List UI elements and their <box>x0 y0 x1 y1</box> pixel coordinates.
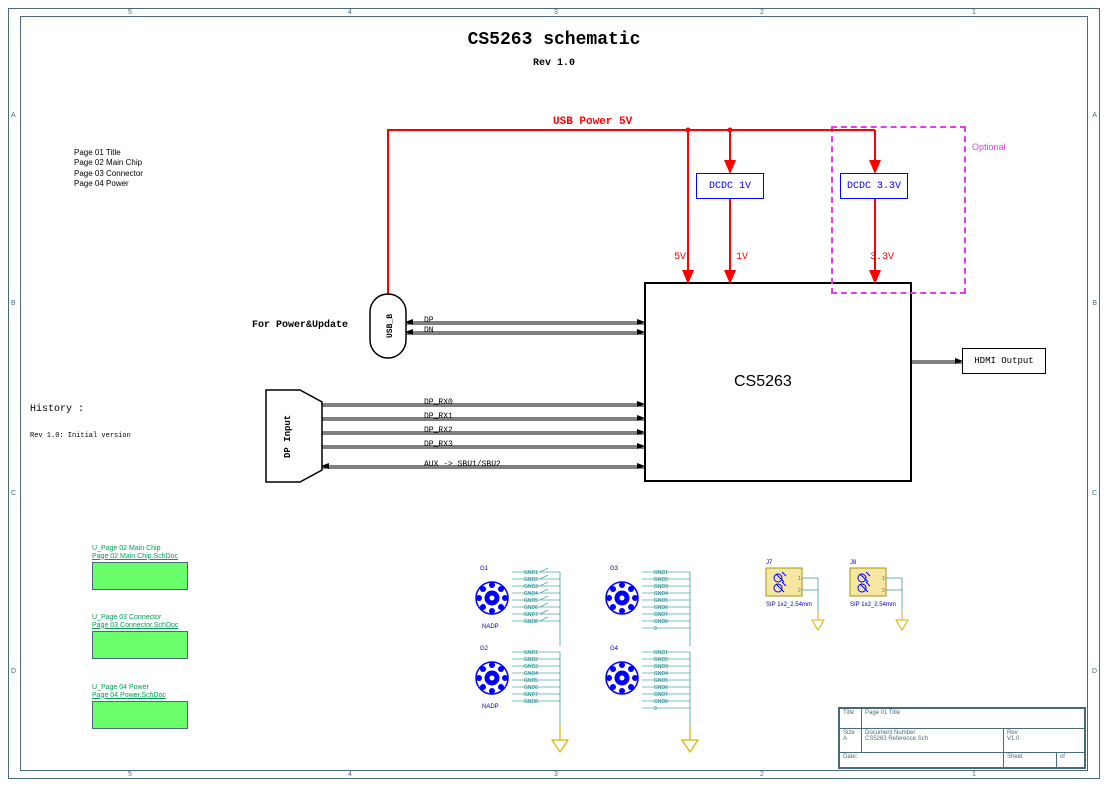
dcdc-1v-label: DCDC 1V <box>709 181 751 192</box>
signal-dp-rx3: DP_RX3 <box>424 440 453 449</box>
zone-bot-2: 2 <box>760 771 764 778</box>
usb-power-5v-label: USB Power 5V <box>553 116 632 128</box>
signal-dp: DP <box>424 316 434 325</box>
size-value: A <box>843 736 858 742</box>
zone-top-5: 5 <box>128 9 132 16</box>
zone-right-d: D <box>1092 668 1097 675</box>
hier-label-link: Page 03 Connector.SchDoc <box>92 622 178 630</box>
date-label: Date: <box>840 752 1004 767</box>
zone-bot-5: 5 <box>128 771 132 778</box>
rev-cell: Rev V1.0 <box>1003 728 1084 752</box>
title-block: Title Page 01 Title Size A Document Numb… <box>838 707 1086 769</box>
zone-right-b: B <box>1092 300 1097 307</box>
zone-left-d: D <box>11 668 16 675</box>
sheet-label: Sheet <box>1003 752 1056 767</box>
zone-left-a: A <box>11 112 16 119</box>
zone-left-c: C <box>11 490 16 497</box>
page-row: Page 03 Connector <box>74 169 143 179</box>
page-row: Page 01 Title <box>74 148 143 158</box>
hier-label-link: Page 04 Power.SchDoc <box>92 692 166 700</box>
history-heading: History : <box>30 404 84 415</box>
signal-dp-rx1: DP_RX1 <box>424 412 453 421</box>
hier-label-link: Page 02 Main Chip.SchDoc <box>92 553 178 561</box>
hdmi-output-label: HDMI Output <box>974 356 1033 366</box>
zone-right-c: C <box>1092 490 1097 497</box>
zone-bot-4: 4 <box>348 771 352 778</box>
docnum-value: CS5263 Reference Sch <box>865 736 1000 742</box>
zone-top-4: 4 <box>348 9 352 16</box>
optional-dashed-box <box>831 126 966 294</box>
hier-block-power <box>92 701 188 729</box>
optional-label: Optional <box>972 142 1006 152</box>
hier-label: U_Page 04 Power <box>92 684 166 692</box>
zone-right-a: A <box>1092 112 1097 119</box>
title-label: Title <box>840 709 862 729</box>
hier-connector-labels: U_Page 03 Connector Page 03 Connector.Sc… <box>92 614 178 629</box>
hier-power-labels: U_Page 04 Power Page 04 Power.SchDoc <box>92 684 166 699</box>
hier-mainchip-labels: U_Page 02 Main Chip Page 02 Main Chip.Sc… <box>92 545 178 560</box>
label-3v3: 3.3V <box>870 252 894 263</box>
hier-label: U_Page 03 Connector <box>92 614 178 622</box>
zone-top-2: 2 <box>760 9 764 16</box>
history-note: Rev 1.0: Initial version <box>30 432 131 440</box>
title-value: Page 01 Title <box>862 709 1085 729</box>
hier-label: U_Page 02 Main Chip <box>92 545 178 553</box>
schematic-title: CS5263 schematic <box>0 30 1108 50</box>
label-1v: 1V <box>736 252 748 263</box>
hier-block-mainchip <box>92 562 188 590</box>
pages-list: Page 01 Title Page 02 Main Chip Page 03 … <box>74 148 143 190</box>
main-chip-label: CS5263 <box>734 373 792 391</box>
zone-left-b: B <box>11 300 16 307</box>
hdmi-output-box: HDMI Output <box>962 348 1046 374</box>
docnum-cell: Document Number CS5263 Reference Sch <box>862 728 1004 752</box>
size-cell: Size A <box>840 728 862 752</box>
hier-block-connector <box>92 631 188 659</box>
signal-dn: DN <box>424 326 434 335</box>
signal-aux: AUX -> SBU1/SBU2 <box>424 460 501 469</box>
of-label: of <box>1056 752 1084 767</box>
for-power-update-label: For Power&Update <box>252 320 348 331</box>
signal-dp-rx0: DP_RX0 <box>424 398 453 407</box>
zone-top-3: 3 <box>554 9 558 16</box>
zone-top-1: 1 <box>972 9 976 16</box>
rev-value: V1.0 <box>1007 736 1081 742</box>
signal-dp-rx2: DP_RX2 <box>424 426 453 435</box>
page-row: Page 02 Main Chip <box>74 158 143 168</box>
zone-bot-3: 3 <box>554 771 558 778</box>
zone-bot-1: 1 <box>972 771 976 778</box>
schematic-rev: Rev 1.0 <box>0 58 1108 69</box>
label-5v: 5V <box>674 252 686 263</box>
page-row: Page 04 Power <box>74 179 143 189</box>
dcdc-1v-box: DCDC 1V <box>696 173 764 199</box>
